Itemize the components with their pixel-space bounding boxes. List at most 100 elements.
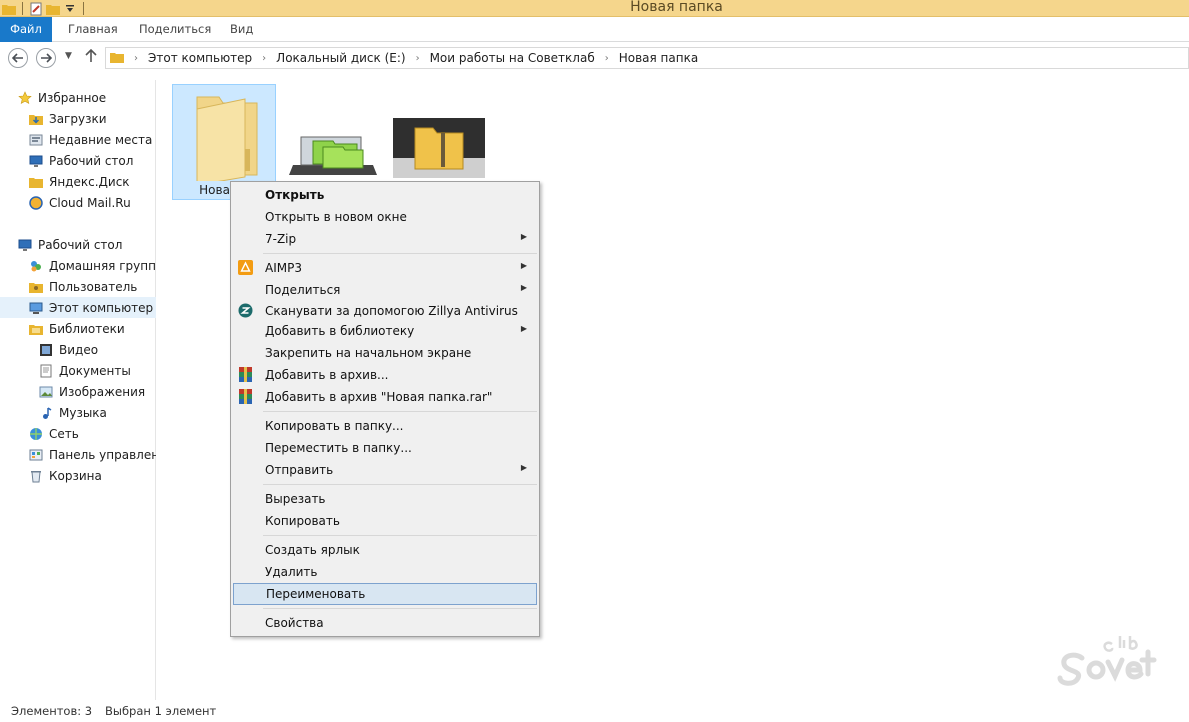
menu-item-add-to-archive[interactable]: Добавить в архив... <box>233 364 537 386</box>
control-panel-icon <box>29 448 43 462</box>
menu-item-move-to-folder[interactable]: Переместить в папку... <box>233 437 537 459</box>
sidebar-item-label: Музыка <box>59 405 107 420</box>
breadcrumb-chevron-icon[interactable]: › <box>262 53 266 64</box>
sidebar-item-documents[interactable]: Документы <box>0 360 156 381</box>
sidebar-item-desktop-root[interactable]: Рабочий стол <box>0 234 156 255</box>
menu-item-label: Отправить <box>265 463 334 477</box>
sidebar-item-network[interactable]: Сеть <box>0 423 156 444</box>
menu-item-label: Создать ярлык <box>265 543 360 557</box>
zillya-icon <box>238 303 253 318</box>
sidebar-item-recent-places[interactable]: Недавние места <box>0 129 156 150</box>
item-count: Элементов: 3 <box>11 704 93 718</box>
menu-item-aimp3[interactable]: AIMP3 ▶ <box>233 257 537 279</box>
menu-item-open[interactable]: Открыть <box>233 184 537 206</box>
breadcrumb-chevron-icon[interactable]: › <box>416 53 420 64</box>
zip-folder-thumbnail-icon <box>393 118 485 178</box>
up-button[interactable] <box>85 48 97 67</box>
desktop-icon <box>29 154 43 168</box>
navigation-pane: Избранное Загрузки Недавние места Рабочи… <box>0 80 156 700</box>
sidebar-item-label: Рабочий стол <box>38 237 123 252</box>
menu-item-add-to-named-archive[interactable]: Добавить в архив "Новая папка.rar" <box>233 386 537 408</box>
context-menu: Открыть Открыть в новом окне 7-Zip ▶ AIMP… <box>230 181 540 637</box>
menu-item-rename[interactable]: Переименовать <box>233 583 537 605</box>
cloud-mail-icon <box>29 195 43 210</box>
menu-item-label: Свойства <box>265 616 324 630</box>
address-bar[interactable]: › Этот компьютер › Локальный диск (E:) ›… <box>105 47 1189 69</box>
image-thumbnail-item[interactable] <box>283 115 387 181</box>
menu-item-properties[interactable]: Свойства <box>233 612 537 634</box>
sidebar-item-cloud-mail[interactable]: Cloud Mail.Ru <box>0 192 156 213</box>
menu-item-send-to[interactable]: Отправить ▶ <box>233 459 537 481</box>
menu-item-add-to-library[interactable]: Добавить в библиотеку ▶ <box>233 320 537 342</box>
breadcrumb-current[interactable]: Новая папка <box>619 51 698 65</box>
network-icon <box>29 427 43 441</box>
breadcrumb-chevron-icon[interactable]: › <box>134 53 138 64</box>
star-icon <box>18 90 32 105</box>
sidebar-item-label: Рабочий стол <box>49 153 134 168</box>
breadcrumb-drive[interactable]: Локальный диск (E:) <box>276 51 405 65</box>
menu-item-label: Удалить <box>265 565 318 579</box>
menu-item-copy[interactable]: Копировать <box>233 510 537 532</box>
menu-item-cut[interactable]: Вырезать <box>233 488 537 510</box>
submenu-arrow-icon: ▶ <box>520 463 527 472</box>
recent-locations-dropdown-icon[interactable]: ▼ <box>65 51 72 61</box>
music-icon <box>39 406 53 420</box>
sidebar-item-libraries[interactable]: Библиотеки <box>0 318 156 339</box>
watermark-logo <box>1052 618 1160 690</box>
menu-item-copy-to-folder[interactable]: Копировать в папку... <box>233 415 537 437</box>
menu-item-label: AIMP3 <box>265 261 302 275</box>
sidebar-item-desktop[interactable]: Рабочий стол <box>0 150 156 171</box>
video-icon <box>39 343 53 357</box>
sidebar-item-video[interactable]: Видео <box>0 339 156 360</box>
sidebar-item-label: Избранное <box>38 90 107 105</box>
tab-file[interactable]: Файл <box>0 17 52 42</box>
sidebar-item-user[interactable]: Пользователь <box>0 276 156 297</box>
sidebar-item-control-panel[interactable]: Панель управления <box>0 444 156 465</box>
sidebar-item-label: Cloud Mail.Ru <box>49 195 131 210</box>
arrow-right-icon <box>41 53 52 63</box>
image-thumbnail-item[interactable] <box>393 118 497 178</box>
sidebar-item-recycle-bin[interactable]: Корзина <box>0 465 156 486</box>
winrar-icon <box>238 389 253 404</box>
sidebar-item-music[interactable]: Музыка <box>0 402 156 423</box>
sidebar-item-favorites[interactable]: Избранное <box>0 87 156 108</box>
sidebar-item-yandex-disk[interactable]: Яндекс.Диск <box>0 171 156 192</box>
title-bar: Новая папка <box>0 0 1189 17</box>
submenu-arrow-icon: ▶ <box>520 283 527 292</box>
sidebar-item-downloads[interactable]: Загрузки <box>0 108 156 129</box>
back-button[interactable] <box>8 48 28 68</box>
tab-home[interactable]: Главная <box>68 17 118 42</box>
recent-places-icon <box>29 133 43 147</box>
sidebar-item-label: Документы <box>59 363 131 378</box>
tab-share[interactable]: Поделиться <box>139 17 211 42</box>
documents-icon <box>39 364 53 378</box>
menu-item-share[interactable]: Поделиться ▶ <box>233 279 537 301</box>
breadcrumb-works[interactable]: Мои работы на Советклаб <box>430 51 595 65</box>
sidebar-item-label: Яндекс.Диск <box>49 174 130 189</box>
menu-item-label: Сканувати за допомогою Zillya Antivirus <box>265 304 518 318</box>
sidebar-item-pictures[interactable]: Изображения <box>0 381 156 402</box>
sidebar-item-homegroup[interactable]: Домашняя группа <box>0 255 156 276</box>
sidebar-item-label: Недавние места <box>49 132 153 147</box>
menu-item-open-new-window[interactable]: Открыть в новом окне <box>233 206 537 228</box>
menu-item-7zip[interactable]: 7-Zip ▶ <box>233 228 537 250</box>
breadcrumb-chevron-icon[interactable]: › <box>605 53 609 64</box>
menu-item-label: Копировать <box>265 514 340 528</box>
menu-divider <box>263 535 537 536</box>
sidebar-item-label: Домашняя группа <box>49 258 156 273</box>
forward-button[interactable] <box>36 48 56 68</box>
menu-item-zillya-scan[interactable]: Сканувати за допомогою Zillya Antivirus <box>233 300 537 322</box>
tab-view[interactable]: Вид <box>230 17 253 42</box>
sidebar-item-label: Панель управления <box>49 447 156 462</box>
menu-item-label: Закрепить на начальном экране <box>265 346 472 360</box>
sidebar-item-this-pc[interactable]: Этот компьютер <box>0 297 156 318</box>
menu-item-delete[interactable]: Удалить <box>233 561 537 583</box>
menu-item-label: Переименовать <box>266 587 366 601</box>
menu-item-label: Добавить в архив "Новая папка.rar" <box>265 390 493 404</box>
menu-item-create-shortcut[interactable]: Создать ярлык <box>233 539 537 561</box>
menu-item-pin-to-start[interactable]: Закрепить на начальном экране <box>233 342 537 364</box>
desktop-icon <box>18 238 32 252</box>
breadcrumb-computer[interactable]: Этот компьютер <box>148 51 252 65</box>
winrar-icon <box>238 367 253 382</box>
menu-item-label: Открыть в новом окне <box>265 210 407 224</box>
